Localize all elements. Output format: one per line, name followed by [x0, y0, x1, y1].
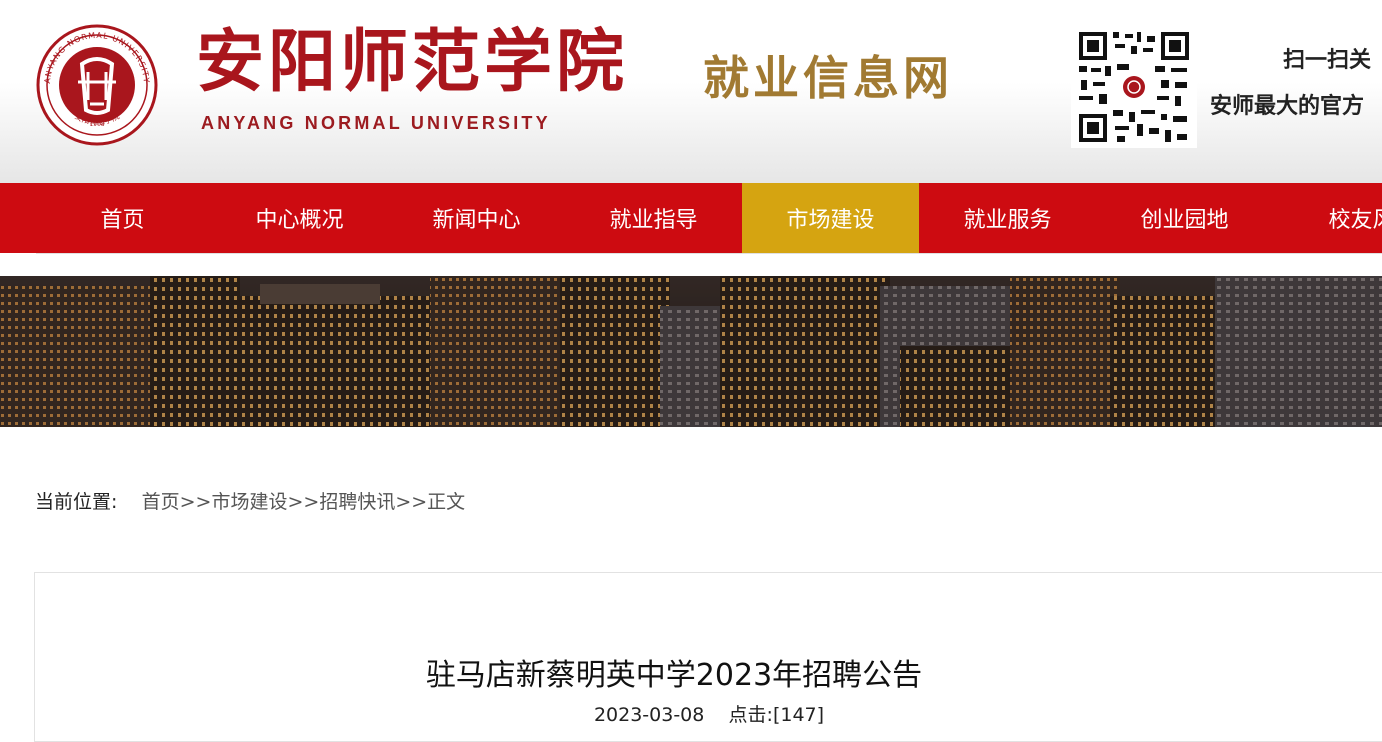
breadcrumb-home-link[interactable]: 首页 [142, 491, 180, 513]
breadcrumb-separator: >> [395, 491, 428, 513]
breadcrumb-current: 正文 [427, 491, 466, 513]
nav-item-market-building[interactable]: 市场建设 [742, 183, 919, 253]
main-navigation: 首页 中心概况 新闻中心 就业指导 市场建设 就业服务 创业园地 校友风 [0, 183, 1382, 253]
qr-caption-line1: 扫一扫关 [1283, 48, 1372, 73]
breadcrumb-market-link[interactable]: 市场建设 [211, 491, 287, 513]
nav-item-news-center[interactable]: 新闻中心 [388, 183, 565, 253]
breadcrumb-separator: >> [179, 491, 212, 513]
nav-item-career-guidance[interactable]: 就业指导 [565, 183, 742, 253]
site-title: 就业信息网 [703, 51, 953, 105]
nav-item-center-overview[interactable]: 中心概况 [211, 183, 388, 253]
article-date: 2023-03-08 [593, 704, 705, 726]
breadcrumb-label: 当前位置: [35, 491, 118, 513]
nav-item-home[interactable]: 首页 [34, 183, 211, 253]
university-seal-icon[interactable]: 1908 ANYANG NORMAL UNIVERSITY 安阳师范学院 [36, 24, 158, 146]
university-name-cn[interactable]: 安阳师范学院 [196, 28, 628, 96]
breadcrumb: 当前位置: 首页>>市场建设>>招聘快讯>>正文 [35, 487, 465, 514]
qr-code-icon [1071, 26, 1197, 148]
site-header: 1908 ANYANG NORMAL UNIVERSITY 安阳师范学院 安阳师… [0, 0, 1382, 183]
article-clicks-label: 点击: [728, 704, 773, 726]
qr-caption-line2: 安师最大的官方 [1210, 94, 1365, 119]
university-name-en: ANYANG NORMAL UNIVERSITY [201, 113, 551, 133]
nav-item-entrepreneurship[interactable]: 创业园地 [1096, 183, 1273, 253]
nav-item-employment-services[interactable]: 就业服务 [919, 183, 1096, 253]
nav-divider [36, 253, 1382, 254]
city-skyline-banner [0, 276, 1382, 427]
article-meta: 2023-03-08 点击:[147] [0, 700, 1382, 727]
article-clicks-count: [147] [772, 704, 825, 726]
nav-item-alumni[interactable]: 校友风 [1273, 183, 1382, 253]
article-title: 驻马店新蔡明英中学2023年招聘公告 [425, 658, 923, 693]
breadcrumb-separator: >> [287, 491, 320, 513]
breadcrumb-recruitment-link[interactable]: 招聘快讯 [319, 491, 395, 513]
